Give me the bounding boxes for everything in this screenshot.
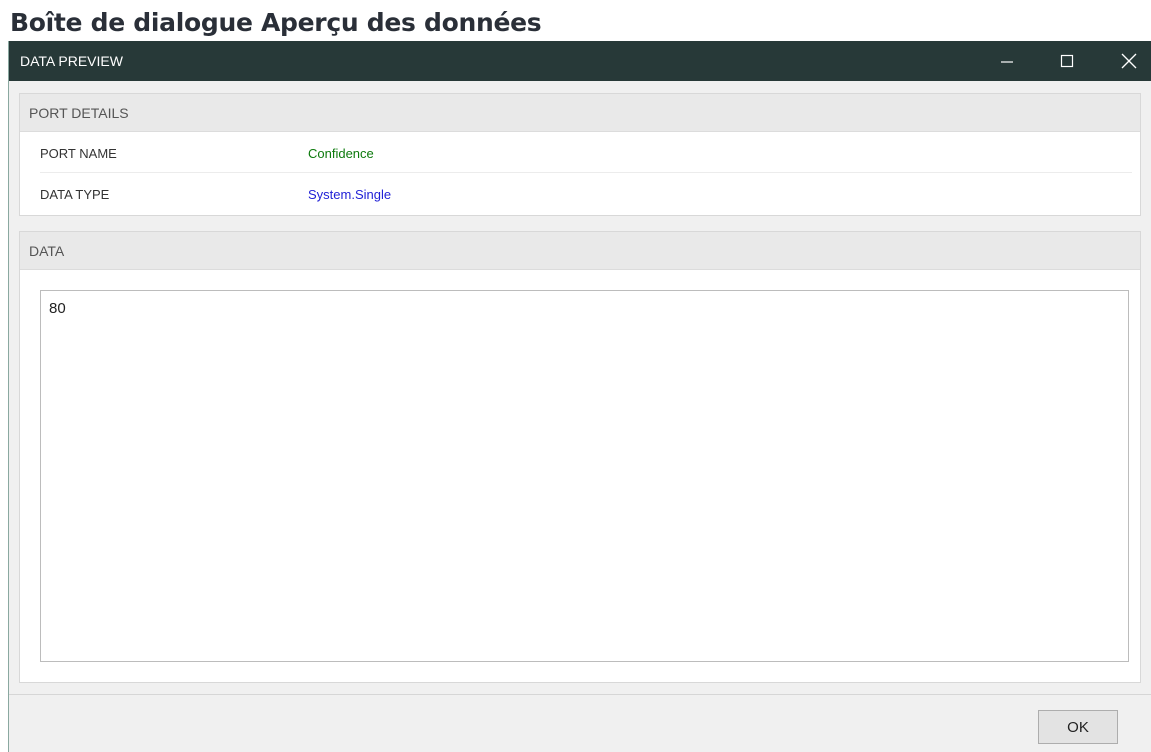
port-details-header: PORT DETAILS	[20, 94, 1140, 132]
maximize-button[interactable]	[1044, 41, 1090, 81]
data-header-label: DATA	[29, 243, 65, 259]
data-header: DATA	[20, 232, 1140, 270]
data-panel: DATA 80	[19, 231, 1141, 683]
port-name-row: PORT NAME Confidence	[40, 132, 1132, 173]
port-details-panel: PORT DETAILS PORT NAME Confidence DATA T…	[19, 93, 1141, 216]
minimize-button[interactable]	[984, 41, 1030, 81]
port-name-label: PORT NAME	[40, 146, 117, 161]
data-value: 80	[49, 300, 66, 317]
close-icon	[1121, 53, 1137, 69]
close-button[interactable]	[1106, 41, 1151, 81]
window-title: DATA PREVIEW	[20, 53, 123, 69]
data-type-label: DATA TYPE	[40, 187, 110, 202]
footer-divider	[9, 694, 1151, 695]
ok-button[interactable]: OK	[1038, 710, 1118, 744]
page-heading: Boîte de dialogue Aperçu des données	[10, 8, 542, 37]
maximize-icon	[1060, 54, 1074, 68]
port-name-value: Confidence	[308, 146, 374, 161]
data-textbox[interactable]: 80	[40, 290, 1129, 662]
window-titlebar[interactable]: DATA PREVIEW	[9, 41, 1151, 81]
data-type-row: DATA TYPE System.Single	[40, 173, 1132, 213]
data-type-value: System.Single	[308, 187, 392, 202]
port-details-header-label: PORT DETAILS	[29, 105, 129, 121]
data-preview-window: DATA PREVIEW PORT DETAILS PORT NAME Conf…	[8, 41, 1151, 752]
minimize-icon	[1001, 61, 1013, 63]
